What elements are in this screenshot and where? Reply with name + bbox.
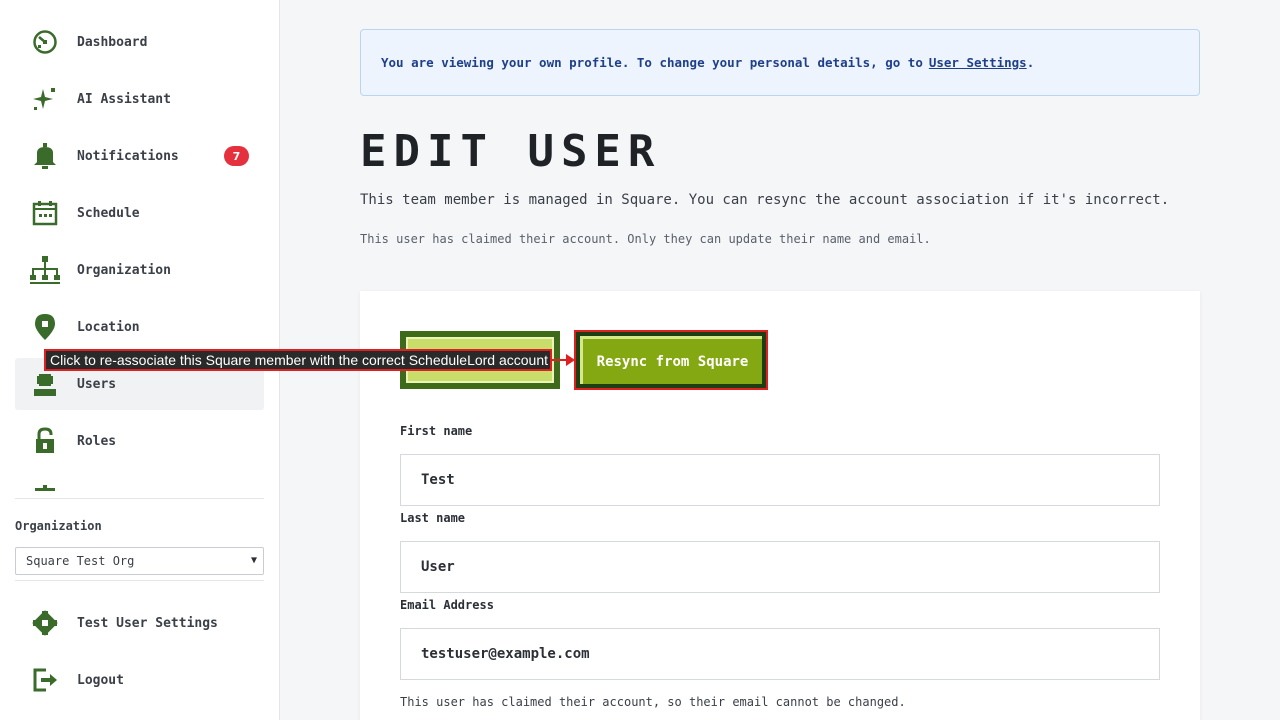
last-name-input[interactable]: User bbox=[400, 541, 1160, 593]
organization-label: Organization bbox=[15, 519, 102, 533]
sidebar-item-label: AI Assistant bbox=[77, 91, 171, 107]
sidebar-item-notifications[interactable]: Notifications 7 bbox=[15, 130, 264, 182]
sidebar-item-label: Notifications bbox=[77, 148, 179, 164]
sidebar-item-label: Organization bbox=[77, 262, 171, 278]
notification-count-badge: 7 bbox=[224, 146, 249, 166]
page-subtitle: This team member is managed in Square. Y… bbox=[360, 192, 1170, 208]
sparkle-icon bbox=[29, 85, 61, 113]
partial-icon bbox=[29, 484, 61, 492]
organization-select[interactable]: Square Test Org ▼ bbox=[15, 547, 264, 575]
sidebar-item-label: Dashboard bbox=[77, 34, 148, 50]
map-pin-icon bbox=[29, 313, 61, 341]
page-title: EDIT USER bbox=[360, 126, 662, 177]
organization-selected-value: Square Test Org bbox=[26, 554, 135, 568]
sidebar-item-label: Schedule bbox=[77, 205, 140, 221]
sidebar-item-logout[interactable]: Logout bbox=[15, 654, 264, 706]
resync-tooltip: Click to re-associate this Square member… bbox=[44, 349, 552, 371]
tooltip-pointer-arrow-icon bbox=[566, 354, 575, 366]
email-help-text: This user has claimed their account, so … bbox=[400, 695, 906, 709]
chevron-down-icon: ▼ bbox=[250, 555, 257, 566]
sidebar-item-user-settings[interactable]: Test User Settings bbox=[15, 597, 264, 649]
email-label: Email Address bbox=[400, 598, 494, 612]
own-profile-banner: You are viewing your own profile. To cha… bbox=[360, 29, 1200, 96]
user-settings-link[interactable]: User Settings bbox=[929, 55, 1027, 70]
sidebar-item-ai-assistant[interactable]: AI Assistant bbox=[15, 73, 264, 125]
sidebar-item-schedule[interactable]: Schedule bbox=[15, 187, 264, 239]
bell-icon bbox=[29, 142, 61, 170]
sidebar-item-dashboard[interactable]: Dashboard bbox=[15, 16, 264, 68]
sidebar-item-label: Logout bbox=[77, 672, 124, 688]
calendar-icon bbox=[29, 199, 61, 227]
sidebar-item-organization[interactable]: Organization bbox=[15, 244, 264, 296]
resync-from-square-button[interactable]: Resync from Square bbox=[574, 330, 768, 390]
first-name-label: First name bbox=[400, 424, 473, 438]
sidebar-nav[interactable]: Dashboard AI Assistant Notifications 7 S… bbox=[15, 0, 264, 492]
dashboard-icon bbox=[29, 28, 61, 56]
first-name-input[interactable]: Test bbox=[400, 454, 1160, 506]
org-chart-icon bbox=[29, 256, 61, 284]
sidebar-item-location[interactable]: Location bbox=[15, 301, 264, 353]
banner-text: You are viewing your own profile. To cha… bbox=[381, 55, 923, 70]
sidebar-divider bbox=[15, 498, 264, 499]
sidebar-item-label: Users bbox=[77, 376, 117, 392]
gear-icon bbox=[29, 609, 61, 637]
sidebar-item-partial[interactable] bbox=[15, 472, 264, 492]
resync-button-label: Resync from Square bbox=[580, 336, 762, 384]
user-icon bbox=[29, 370, 61, 398]
sidebar-item-roles[interactable]: Roles bbox=[15, 415, 264, 467]
last-name-label: Last name bbox=[400, 511, 466, 525]
banner-suffix: . bbox=[1026, 55, 1035, 70]
sidebar-item-label: Test User Settings bbox=[77, 615, 218, 631]
lock-icon bbox=[29, 427, 61, 455]
logout-icon bbox=[29, 666, 61, 694]
email-input[interactable]: testuser@example.com bbox=[400, 628, 1160, 680]
claimed-account-note: This user has claimed their account. Onl… bbox=[360, 232, 931, 246]
sidebar-item-label: Location bbox=[77, 319, 140, 335]
sidebar-item-label: Roles bbox=[77, 433, 117, 449]
sidebar-divider bbox=[15, 580, 264, 581]
